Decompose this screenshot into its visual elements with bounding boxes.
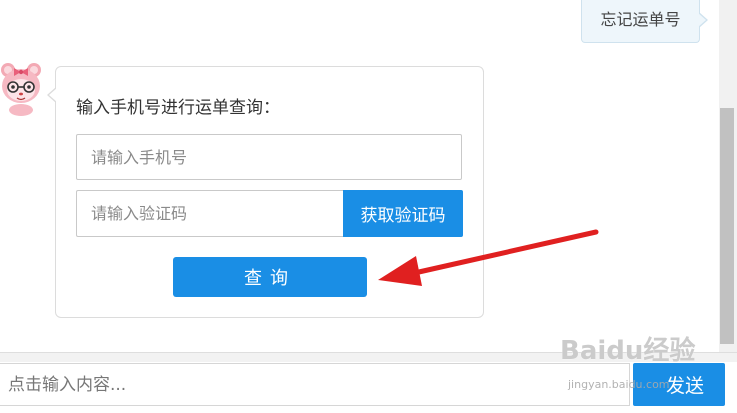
query-button[interactable]: 查询 [173, 257, 367, 297]
message-input[interactable] [0, 363, 630, 406]
send-button[interactable]: 发送 [633, 363, 725, 406]
bot-avatar-icon [0, 60, 44, 116]
chat-area: 忘记运单号 输入手机号进行运单查询： 请输入手机号 请输入验证码 获取验证码 查… [0, 0, 720, 352]
verification-code-input[interactable] [76, 190, 344, 237]
user-message-bubble: 忘记运单号 [581, 0, 708, 43]
card-title: 输入手机号进行运单查询： [76, 98, 280, 118]
phone-input[interactable] [76, 134, 462, 180]
red-arrow-annotation [378, 229, 599, 286]
scrollbar-thumb[interactable] [720, 108, 734, 344]
composer-divider [0, 352, 737, 362]
